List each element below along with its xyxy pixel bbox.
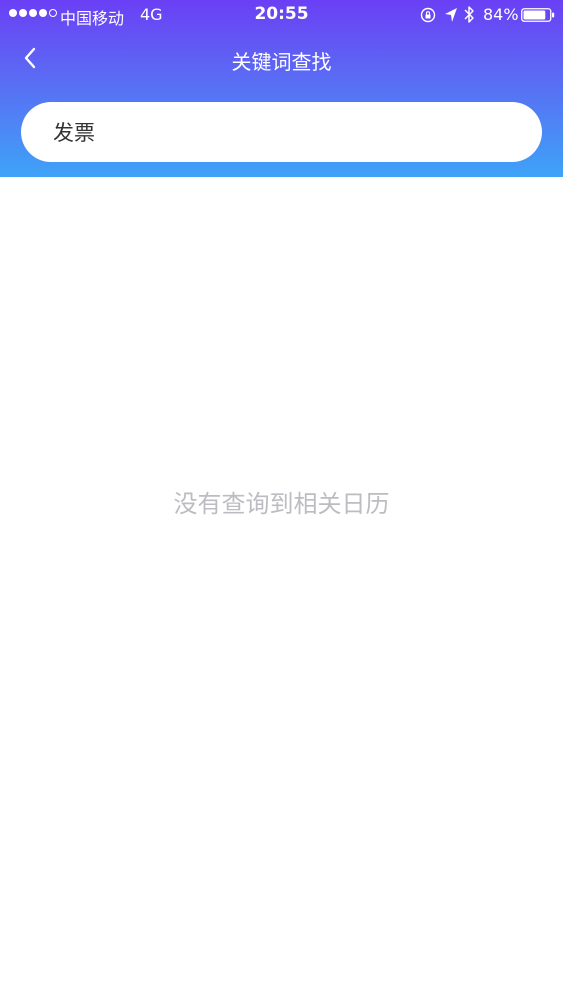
empty-results-message: 没有查询到相关日历 (173, 490, 390, 518)
lock-rotation-icon (420, 7, 436, 23)
location-arrow-icon (445, 8, 457, 22)
battery-icon (521, 8, 555, 22)
status-time: 20:55 (254, 4, 309, 24)
page-title: 关键词查找 (231, 50, 332, 74)
nav-bar: 关键词查找 (0, 36, 563, 80)
search-input[interactable] (53, 102, 523, 162)
bluetooth-icon (464, 6, 474, 23)
header: 中国移动 4G 20:55 84% 关键词查找 (0, 0, 563, 177)
search-box[interactable] (21, 102, 542, 162)
battery-percent: 84% (483, 5, 519, 24)
status-bar: 中国移动 4G 20:55 84% (0, 0, 563, 30)
